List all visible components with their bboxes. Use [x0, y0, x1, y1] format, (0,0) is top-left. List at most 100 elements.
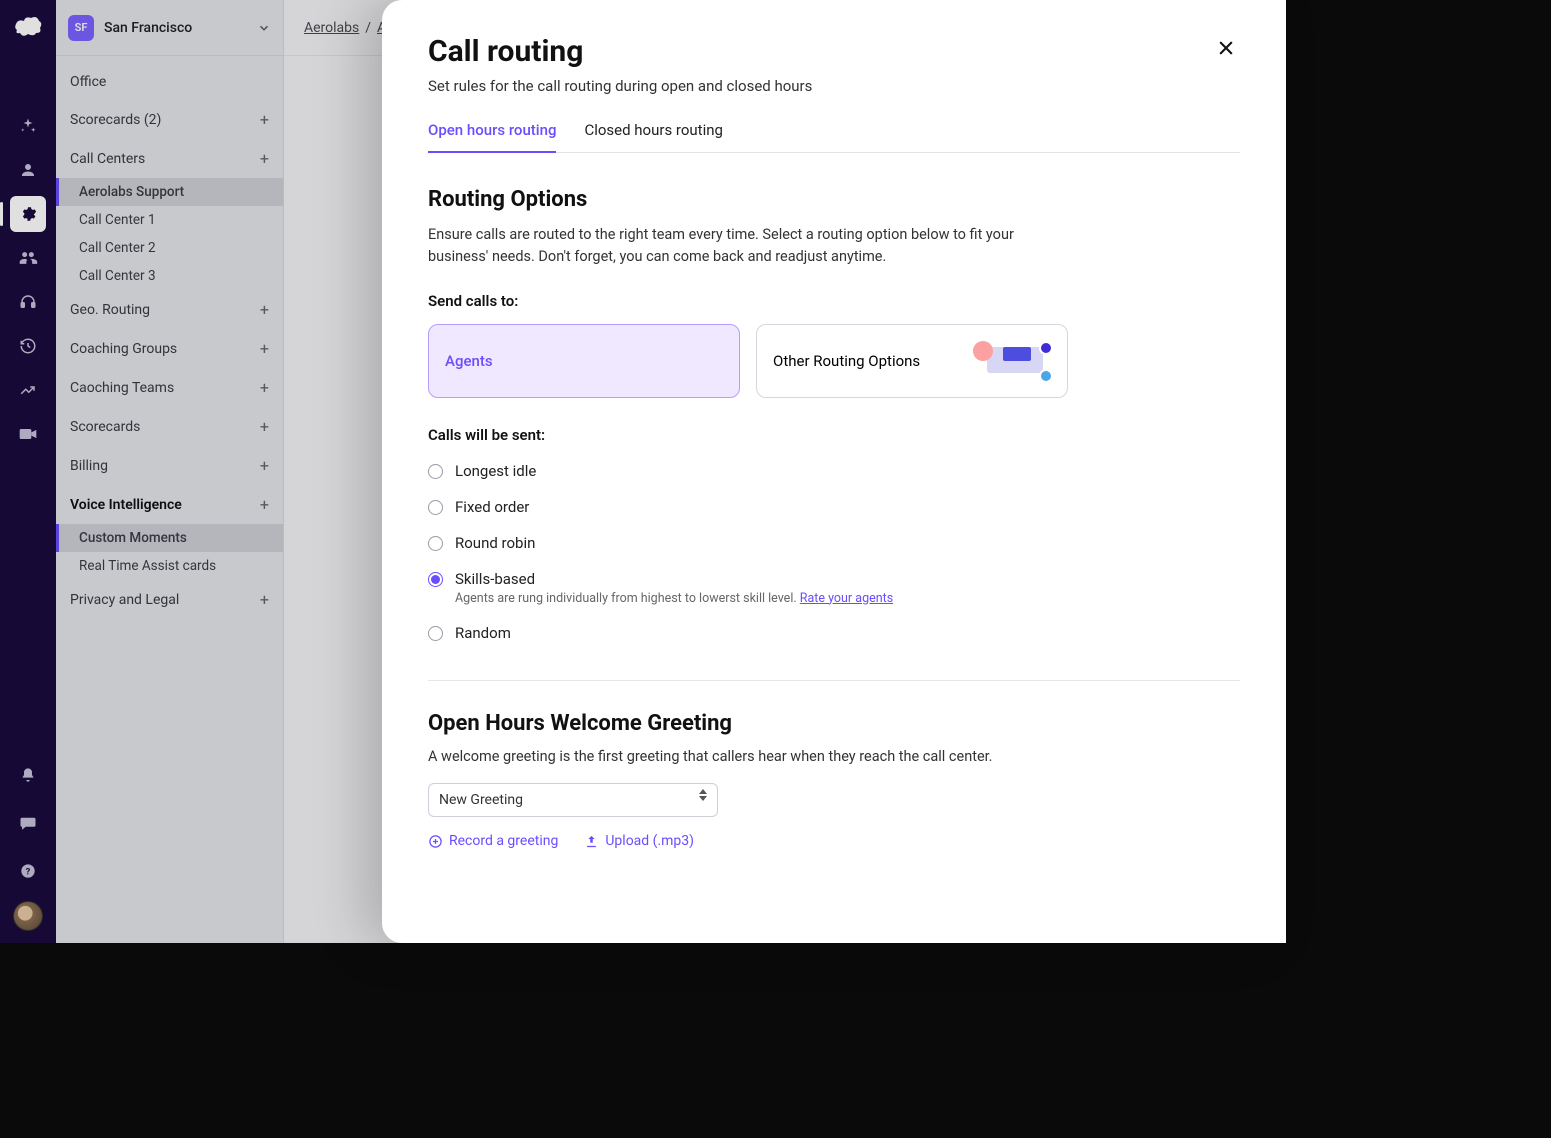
- plus-icon: +: [260, 378, 269, 397]
- sidebar-item-label: Voice Intelligence: [70, 497, 182, 513]
- sidebar-subitem-rta-cards[interactable]: Real Time Assist cards: [56, 552, 283, 580]
- rate-agents-link[interactable]: Rate your agents: [800, 591, 893, 606]
- org-badge: SF: [68, 15, 94, 41]
- sidebar-list: Office Scorecards (2) + Call Centers + A…: [56, 56, 283, 627]
- sidebar-item-label: Coaching Groups: [70, 341, 177, 357]
- sidebar-item-label: Real Time Assist cards: [79, 558, 216, 574]
- action-label: Record a greeting: [449, 833, 558, 849]
- sidebar-item-label: Scorecards (2): [70, 112, 161, 128]
- radio-longest-idle[interactable]: Longest idle: [428, 462, 1068, 480]
- radio-icon: [428, 626, 443, 641]
- sparkle-icon[interactable]: [10, 108, 46, 144]
- radio-label: Random: [455, 624, 511, 642]
- sidebar-item-scorecards2[interactable]: Scorecards (2) +: [56, 100, 283, 139]
- sidebar-subitem-cc1[interactable]: Call Center 1: [56, 206, 283, 234]
- action-label: Upload (.mp3): [605, 833, 694, 849]
- sidebar-item-billing[interactable]: Billing +: [56, 446, 283, 485]
- plus-icon: +: [260, 456, 269, 475]
- sidebar-item-coaching-teams[interactable]: Caoching Teams +: [56, 368, 283, 407]
- sidebar-subitem-cc3[interactable]: Call Center 3: [56, 262, 283, 290]
- headset-icon[interactable]: [10, 284, 46, 320]
- radio-random[interactable]: Random: [428, 624, 1068, 642]
- people-icon[interactable]: [10, 240, 46, 276]
- sidebar-item-voice-intelligence[interactable]: Voice Intelligence +: [56, 485, 283, 524]
- record-greeting-button[interactable]: Record a greeting: [428, 833, 558, 849]
- select-value: New Greeting: [439, 792, 523, 808]
- upload-icon: [584, 834, 599, 849]
- radio-round-robin[interactable]: Round robin: [428, 534, 1068, 552]
- section-description: A welcome greeting is the first greeting…: [428, 746, 1068, 768]
- routing-options-section: Routing Options Ensure calls are routed …: [428, 187, 1068, 642]
- history-icon[interactable]: [10, 328, 46, 364]
- app-logo-icon: [13, 14, 43, 38]
- org-picker[interactable]: SF San Francisco: [56, 0, 283, 56]
- chat-icon[interactable]: [10, 805, 46, 841]
- sidebar-item-label: Privacy and Legal: [70, 592, 179, 608]
- section-description: Ensure calls are routed to the right tea…: [428, 224, 1068, 268]
- routing-illustration-icon: [973, 343, 1051, 379]
- radio-icon: [428, 500, 443, 515]
- person-icon[interactable]: [10, 152, 46, 188]
- bell-icon[interactable]: [10, 757, 46, 793]
- section-divider: [428, 680, 1240, 681]
- radio-icon: [428, 464, 443, 479]
- breadcrumb-link[interactable]: Aerolabs: [304, 20, 359, 36]
- send-calls-label: Send calls to:: [428, 292, 1068, 310]
- tab-bar: Open hours routing Closed hours routing: [428, 121, 1240, 153]
- sidebar-item-label: Call Centers: [70, 151, 145, 167]
- radio-icon: [428, 536, 443, 551]
- section-heading: Routing Options: [428, 187, 1068, 212]
- upload-greeting-button[interactable]: Upload (.mp3): [584, 833, 694, 849]
- tab-closed-hours[interactable]: Closed hours routing: [584, 121, 723, 153]
- plus-icon: +: [260, 300, 269, 319]
- option-card-label: Agents: [445, 352, 493, 370]
- plus-icon: +: [260, 590, 269, 609]
- sidebar-item-label: Scorecards: [70, 419, 140, 435]
- sidebar-item-coaching-groups[interactable]: Coaching Groups +: [56, 329, 283, 368]
- sidebar-item-call-centers[interactable]: Call Centers +: [56, 139, 283, 178]
- sidebar-item-office[interactable]: Office: [56, 64, 283, 100]
- section-heading: Open Hours Welcome Greeting: [428, 711, 1068, 736]
- panel-title: Call routing: [428, 34, 812, 69]
- chevron-down-icon: [257, 21, 271, 35]
- radio-label: Fixed order: [455, 498, 529, 516]
- breadcrumb-sep: /: [365, 20, 371, 36]
- tab-open-hours[interactable]: Open hours routing: [428, 121, 556, 153]
- plus-icon: +: [260, 339, 269, 358]
- sidebar-item-label: Caoching Teams: [70, 380, 174, 396]
- sidebar-item-privacy-legal[interactable]: Privacy and Legal +: [56, 580, 283, 619]
- greeting-select[interactable]: New Greeting: [428, 783, 718, 817]
- sidebar-subitem-cc2[interactable]: Call Center 2: [56, 234, 283, 262]
- gear-icon[interactable]: [10, 196, 46, 232]
- call-routing-panel: Call routing Set rules for the call rout…: [382, 0, 1286, 943]
- plus-icon: +: [260, 495, 269, 514]
- user-avatar[interactable]: [13, 901, 43, 931]
- radio-label: Skills-based: [455, 570, 893, 588]
- sidebar-item-label: Custom Moments: [79, 530, 187, 546]
- sidebar-item-geo-routing[interactable]: Geo. Routing +: [56, 290, 283, 329]
- radio-label: Round robin: [455, 534, 535, 552]
- sidebar-item-label: Call Center 1: [79, 212, 156, 228]
- help-icon[interactable]: ?: [10, 853, 46, 889]
- sidebar-subitem-aerolabs-support[interactable]: Aerolabs Support: [56, 178, 283, 206]
- radio-skills-based[interactable]: Skills-based Agents are rung individuall…: [428, 570, 1068, 606]
- sidebar-item-label: Geo. Routing: [70, 302, 150, 318]
- close-icon[interactable]: [1212, 34, 1240, 62]
- svg-text:?: ?: [26, 866, 31, 877]
- plus-circle-icon: [428, 834, 443, 849]
- option-card-agents[interactable]: Agents: [428, 324, 740, 398]
- trending-icon[interactable]: [10, 372, 46, 408]
- option-card-label: Other Routing Options: [773, 352, 920, 370]
- video-icon[interactable]: [10, 416, 46, 452]
- panel-subtitle: Set rules for the call routing during op…: [428, 77, 812, 95]
- radio-fixed-order[interactable]: Fixed order: [428, 498, 1068, 516]
- greeting-section: Open Hours Welcome Greeting A welcome gr…: [428, 711, 1068, 850]
- sidebar-item-label: Call Center 3: [79, 268, 156, 284]
- sidebar-item-scorecards[interactable]: Scorecards +: [56, 407, 283, 446]
- option-card-other[interactable]: Other Routing Options: [756, 324, 1068, 398]
- sidebar-subitem-custom-moments[interactable]: Custom Moments: [56, 524, 283, 552]
- radio-label: Longest idle: [455, 462, 536, 480]
- sidebar-item-label: Billing: [70, 458, 108, 474]
- plus-icon: +: [260, 417, 269, 436]
- plus-icon: +: [260, 110, 269, 129]
